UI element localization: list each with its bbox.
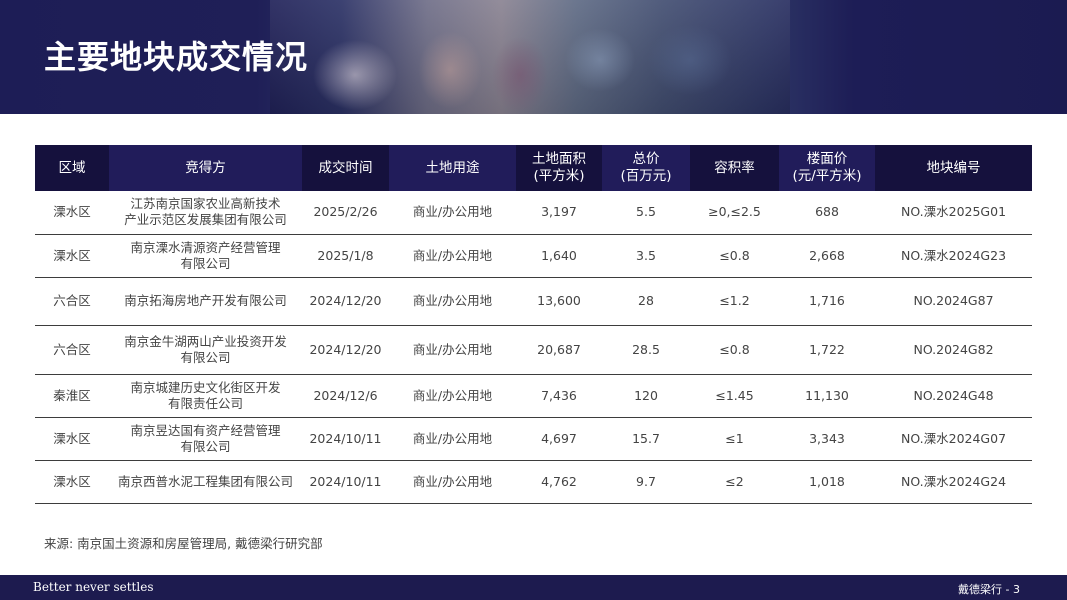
plot-number-cell: NO.溧水2024G07 [875,417,1032,461]
price-cell: 120 [602,374,690,418]
land-use-cell: 商业/办公用地 [389,191,516,235]
page-number: 戴德梁行 - 3 [958,583,1020,596]
far-cell: ≤1 [690,417,779,461]
land-use-cell: 商业/办公用地 [389,417,516,461]
column-header: 竞得方 [109,145,302,191]
buyer-cell: 江苏南京国家农业高新技术 产业示范区发展集团有限公司 [109,191,302,235]
area-cell: 4,762 [516,460,602,504]
column-header: 成交时间 [302,145,389,191]
district-cell: 溧水区 [35,191,109,235]
plot-number-cell: NO.溧水2024G23 [875,234,1032,278]
district-cell: 溧水区 [35,460,109,504]
brand-slogan: Better never settles [33,580,154,594]
floor-price-cell: 1,716 [779,277,875,326]
far-cell: ≤2 [690,460,779,504]
column-header: 地块编号 [875,145,1032,191]
district-cell: 溧水区 [35,417,109,461]
column-header: 容积率 [690,145,779,191]
area-cell: 20,687 [516,325,602,375]
land-deals-table: 区域 竞得方 成交时间 土地用途 土地面积 (平方米) 总价 (百万元) 容积率 楼… [35,145,1032,504]
date-cell: 2024/12/20 [302,325,389,375]
page-title: 主要地块成交情况 [44,38,309,76]
price-cell: 28 [602,277,690,326]
date-cell: 2024/10/11 [302,460,389,504]
column-header: 区域 [35,145,109,191]
floor-price-cell: 2,668 [779,234,875,278]
floor-price-cell: 1,722 [779,325,875,375]
plot-number-cell: NO.2024G82 [875,325,1032,375]
far-cell: ≤0.8 [690,234,779,278]
date-cell: 2025/2/26 [302,191,389,235]
column-header: 总价 (百万元) [602,145,690,191]
header-banner: 主要地块成交情况 [0,0,1067,114]
area-cell: 4,697 [516,417,602,461]
land-use-cell: 商业/办公用地 [389,374,516,418]
area-cell: 3,197 [516,191,602,235]
buyer-cell: 南京金牛湖两山产业投资开发 有限公司 [109,325,302,375]
land-use-cell: 商业/办公用地 [389,277,516,326]
date-cell: 2024/12/20 [302,277,389,326]
buyer-cell: 南京西普水泥工程集团有限公司 [109,460,302,504]
floor-price-cell: 1,018 [779,460,875,504]
buyer-cell: 南京昱达国有资产经营管理 有限公司 [109,417,302,461]
table-row: 溧水区 江苏南京国家农业高新技术 产业示范区发展集团有限公司 2025/2/26 … [35,191,1032,235]
table-row: 溧水区 南京昱达国有资产经营管理 有限公司 2024/10/11 商业/办公用地 … [35,417,1032,461]
district-cell: 秦淮区 [35,374,109,418]
column-header: 土地面积 (平方米) [516,145,602,191]
table-header-row: 区域 竞得方 成交时间 土地用途 土地面积 (平方米) 总价 (百万元) 容积率 楼… [35,145,1032,191]
price-cell: 9.7 [602,460,690,504]
table-row: 秦淮区 南京城建历史文化街区开发 有限责任公司 2024/12/6 商业/办公用地… [35,374,1032,418]
table-row: 溧水区 南京西普水泥工程集团有限公司 2024/10/11 商业/办公用地 4,… [35,460,1032,504]
table-row: 溧水区 南京溧水清源资产经营管理 有限公司 2025/1/8 商业/办公用地 1,… [35,234,1032,278]
floor-price-cell: 3,343 [779,417,875,461]
footer-bar: Better never settles 戴德梁行 - 3 [0,575,1067,600]
land-use-cell: 商业/办公用地 [389,325,516,375]
far-cell: ≤0.8 [690,325,779,375]
plot-number-cell: NO.溧水2025G01 [875,191,1032,235]
buyer-cell: 南京城建历史文化街区开发 有限责任公司 [109,374,302,418]
buyer-cell: 南京溧水清源资产经营管理 有限公司 [109,234,302,278]
table-row: 六合区 南京金牛湖两山产业投资开发 有限公司 2024/12/20 商业/办公用地… [35,325,1032,375]
floor-price-cell: 688 [779,191,875,235]
district-cell: 六合区 [35,277,109,326]
area-cell: 13,600 [516,277,602,326]
price-cell: 5.5 [602,191,690,235]
far-cell: ≤1.2 [690,277,779,326]
price-cell: 15.7 [602,417,690,461]
plot-number-cell: NO.2024G48 [875,374,1032,418]
column-header: 楼面价 (元/平方米) [779,145,875,191]
date-cell: 2025/1/8 [302,234,389,278]
column-header: 土地用途 [389,145,516,191]
plot-number-cell: NO.溧水2024G24 [875,460,1032,504]
district-cell: 六合区 [35,325,109,375]
date-cell: 2024/12/6 [302,374,389,418]
price-cell: 28.5 [602,325,690,375]
banner-background-image [270,0,790,114]
far-cell: ≥0,≤2.5 [690,191,779,235]
date-cell: 2024/10/11 [302,417,389,461]
area-cell: 7,436 [516,374,602,418]
table-row: 六合区 南京拓海房地产开发有限公司 2024/12/20 商业/办公用地 13,… [35,277,1032,326]
land-use-cell: 商业/办公用地 [389,234,516,278]
district-cell: 溧水区 [35,234,109,278]
plot-number-cell: NO.2024G87 [875,277,1032,326]
price-cell: 3.5 [602,234,690,278]
buyer-cell: 南京拓海房地产开发有限公司 [109,277,302,326]
far-cell: ≤1.45 [690,374,779,418]
land-use-cell: 商业/办公用地 [389,460,516,504]
area-cell: 1,640 [516,234,602,278]
floor-price-cell: 11,130 [779,374,875,418]
source-note: 来源: 南京国土资源和房屋管理局, 戴德梁行研究部 [44,536,323,551]
